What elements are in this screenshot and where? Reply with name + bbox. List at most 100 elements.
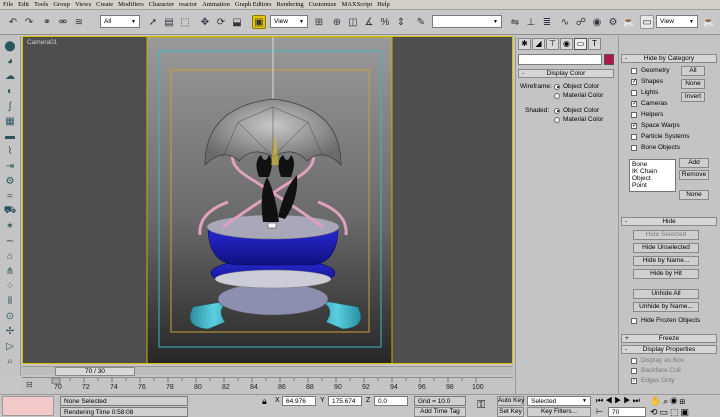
object-name-field[interactable] xyxy=(518,54,602,65)
hide-by-hit-button[interactable]: Hide by Hit xyxy=(633,269,699,279)
hide-all-button[interactable]: All xyxy=(681,66,705,76)
select-scale-icon[interactable]: ⬓ xyxy=(230,15,244,29)
select-object-icon[interactable]: ➚ xyxy=(146,15,160,29)
track-bar[interactable]: ⊟ 70 72 74 76 78 80 82 84 86 88 90 92 94… xyxy=(22,377,513,394)
material-editor-icon[interactable]: ◉ xyxy=(590,15,604,29)
wireframe-material-color-radio[interactable]: Material Color xyxy=(554,92,603,99)
menu-views[interactable]: Views xyxy=(75,1,91,8)
menu-reactor[interactable]: reactor xyxy=(179,1,197,8)
helpers-checkbox[interactable]: Helpers xyxy=(631,111,663,118)
manipulate-icon[interactable]: ⊕ xyxy=(330,15,344,29)
menu-character[interactable]: Character xyxy=(149,1,174,8)
key-filters-button[interactable]: Key Filters... xyxy=(527,407,591,417)
render-last-icon[interactable]: ☕ xyxy=(702,15,716,29)
unhide-all-button[interactable]: Unhide All xyxy=(633,289,699,299)
x-coordinate-field[interactable]: 64.976 xyxy=(282,396,316,406)
add-time-tag-button[interactable]: Add Time Tag xyxy=(414,407,466,417)
display-color-rollout-header[interactable]: - Display Color xyxy=(518,69,614,78)
menu-create[interactable]: Create xyxy=(96,1,113,8)
point-point-icon[interactable]: ⁘ xyxy=(3,280,17,293)
snap-icon[interactable]: ◫ xyxy=(346,15,360,29)
cloth-icon[interactable]: ☁ xyxy=(3,70,17,83)
geometry-checkbox[interactable]: Geometry xyxy=(631,67,670,74)
window-crossing-icon[interactable]: ▣ xyxy=(252,15,266,29)
category-list[interactable]: Bone IK Chain Object Point xyxy=(629,159,676,192)
fracture-icon[interactable]: ✶ xyxy=(3,220,17,233)
motion-tab-icon[interactable]: ◉ xyxy=(560,38,573,50)
constraint-solver-icon[interactable]: ⌂ xyxy=(3,250,17,263)
list-item[interactable]: Bone xyxy=(632,161,673,168)
menu-graph-editors[interactable]: Graph Editors xyxy=(235,1,272,8)
menu-edit[interactable]: Edit xyxy=(18,1,29,8)
display-as-box-checkbox[interactable]: Display as Box xyxy=(631,357,684,364)
viewport-label[interactable]: Camera01 xyxy=(27,39,57,46)
particle-systems-checkbox[interactable]: Particle Systems xyxy=(631,133,689,140)
checkbox[interactable] xyxy=(631,67,637,74)
category-none-button[interactable]: None xyxy=(679,190,709,200)
camera-viewport[interactable]: Camera01 xyxy=(22,36,513,364)
shapes-checkbox[interactable]: ✓ Shapes xyxy=(631,78,663,85)
menu-customize[interactable]: Customize xyxy=(309,1,337,8)
mirror-icon[interactable]: ⇋ xyxy=(508,15,522,29)
hide-unselected-button[interactable]: Hide Unselected xyxy=(633,243,699,253)
list-item[interactable]: Point xyxy=(632,182,673,189)
object-color-swatch[interactable] xyxy=(604,54,614,65)
hide-by-category-rollout-header[interactable]: - Hide by Category xyxy=(621,54,717,63)
selection-filter-select[interactable]: All ▼ xyxy=(100,15,140,28)
time-slider[interactable]: 70 / 30 xyxy=(22,366,513,376)
motor-icon[interactable]: ⚙ xyxy=(3,175,17,188)
select-by-name-icon[interactable]: ▤ xyxy=(162,15,176,29)
hide-invert-button[interactable]: Invert xyxy=(681,92,705,102)
region-select-icon[interactable]: ⬚ xyxy=(178,15,192,29)
spinner-snap-icon[interactable]: ⇕ xyxy=(394,15,408,29)
schematic-view-icon[interactable]: ☍ xyxy=(574,15,588,29)
y-coordinate-field[interactable]: 175.674 xyxy=(328,396,362,406)
hierarchy-tab-icon[interactable]: ⊤ xyxy=(546,38,559,50)
hinge-icon[interactable]: ⋔ xyxy=(3,265,17,278)
undo-icon[interactable]: ↶ xyxy=(6,15,20,29)
current-frame-field[interactable]: 70 xyxy=(608,407,646,417)
redo-icon[interactable]: ↷ xyxy=(22,15,36,29)
plane-icon[interactable]: ▬ xyxy=(3,130,17,143)
spring-icon[interactable]: ⌇ xyxy=(3,145,17,158)
analyze-icon[interactable]: ⌕ xyxy=(3,355,17,368)
key-mode-select[interactable]: Selected ▼ xyxy=(527,396,591,406)
car-wheel-icon[interactable]: ⊙ xyxy=(3,310,17,323)
prismatic-icon[interactable]: ⫴ xyxy=(3,295,17,308)
display-properties-rollout-header[interactable]: - Display Properties xyxy=(621,345,717,354)
preview-icon[interactable]: ▷ xyxy=(3,340,17,353)
select-move-icon[interactable]: ✥ xyxy=(198,15,212,29)
select-rotate-icon[interactable]: ⟳ xyxy=(214,15,228,29)
backface-cull-checkbox[interactable]: Backface Cull xyxy=(631,367,681,374)
named-selection-set-select[interactable]: ▼ xyxy=(432,15,502,28)
layer-manager-icon[interactable]: ≣ xyxy=(540,15,554,29)
rope-icon[interactable]: ∫ xyxy=(3,100,17,113)
unhide-by-name-button[interactable]: Unhide by Name... xyxy=(633,302,699,312)
cameras-checkbox[interactable]: ✓ Cameras xyxy=(631,100,667,107)
freeze-rollout-header[interactable]: + Freeze xyxy=(621,334,717,343)
space-warps-checkbox[interactable]: ✓ Space Warps xyxy=(631,122,680,129)
menu-group[interactable]: Group xyxy=(53,1,70,8)
shaded-material-color-radio[interactable]: Material Color xyxy=(554,116,603,123)
maxscript-listener[interactable] xyxy=(2,396,54,416)
unlink-icon[interactable]: ⚮ xyxy=(56,15,70,29)
auto-key-button[interactable]: Auto Key xyxy=(497,396,524,406)
menu-maxscript[interactable]: MAXScript xyxy=(341,1,372,8)
render-type-icon[interactable]: ▭ xyxy=(640,15,654,29)
reactor-icon[interactable]: ⬤ xyxy=(3,40,17,53)
select-link-icon[interactable]: ⚭ xyxy=(40,15,54,29)
ragdoll-icon[interactable]: ✢ xyxy=(3,325,17,338)
shaded-object-color-radio[interactable]: Object Color xyxy=(554,107,599,114)
lights-checkbox[interactable]: Lights xyxy=(631,89,658,96)
percent-snap-icon[interactable]: % xyxy=(378,15,392,29)
lock-selection-icon[interactable]: 🔒︎ xyxy=(262,396,267,407)
viewport-navigation-controls-2[interactable]: ⟲▭⬚▣ xyxy=(650,407,691,417)
deforming-mesh-icon[interactable]: ▦ xyxy=(3,115,17,128)
hide-rollout-header[interactable]: - Hide xyxy=(621,217,717,226)
display-tab-icon[interactable]: ▭ xyxy=(574,38,587,50)
wind-icon[interactable]: ≈ xyxy=(3,190,17,203)
time-slider-thumb[interactable]: 70 / 30 xyxy=(55,367,135,376)
bone-objects-checkbox[interactable]: Bone Objects xyxy=(631,144,680,151)
menu-file[interactable]: File xyxy=(3,1,13,8)
viewport-navigation-controls[interactable]: ✋⌕◉⊞ xyxy=(650,396,687,407)
